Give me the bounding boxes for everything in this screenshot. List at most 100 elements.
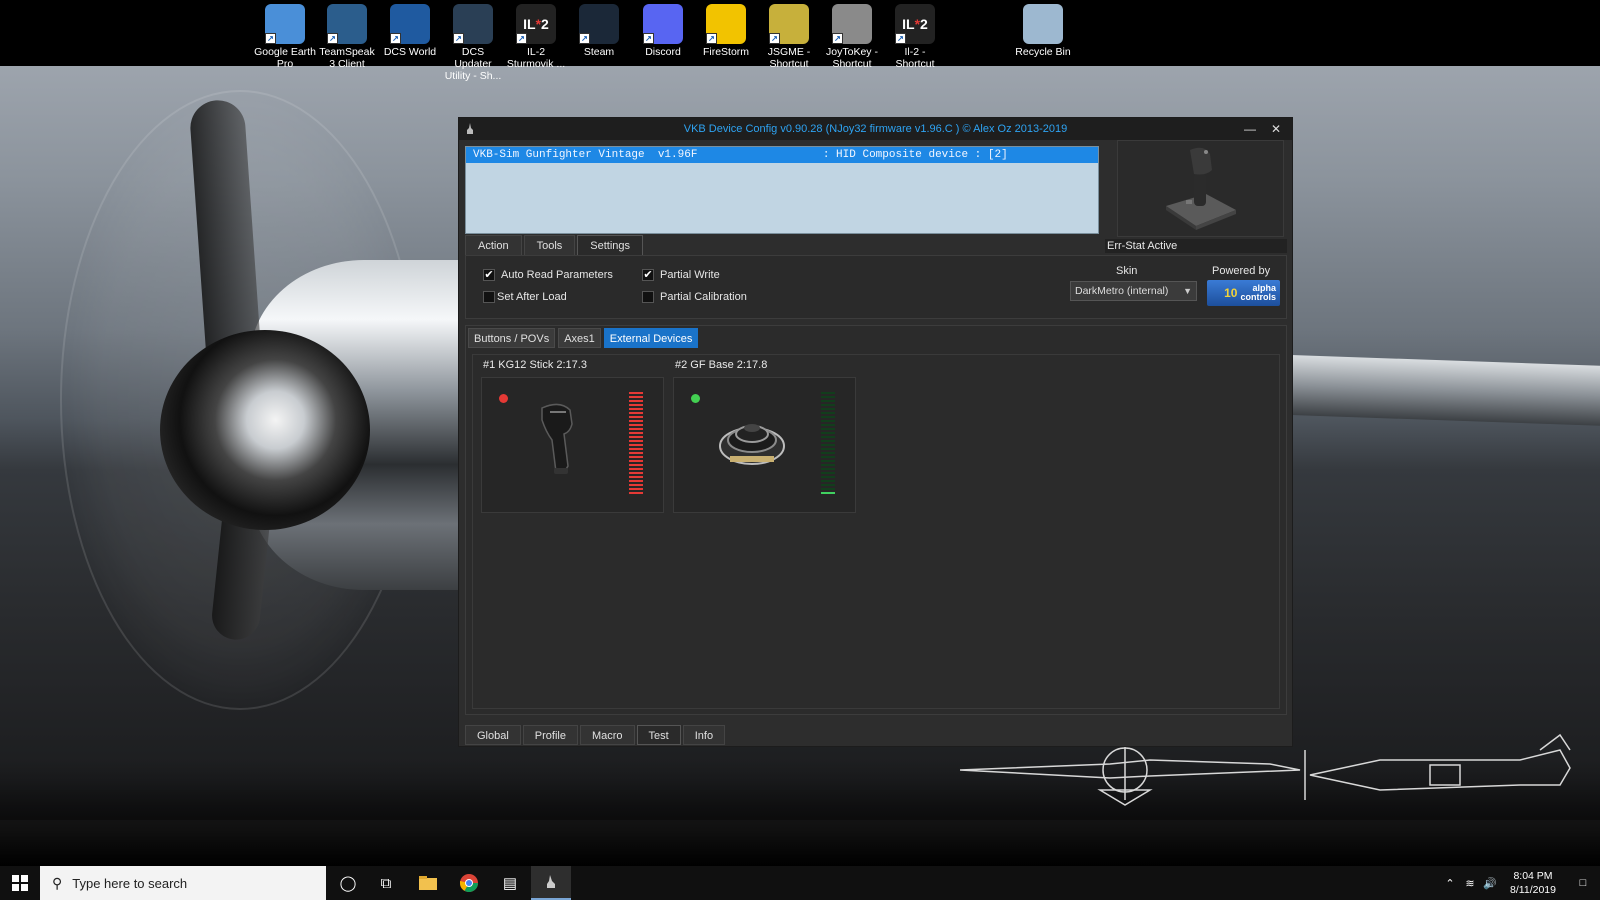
desktop-icon[interactable]: ↗ FireStorm bbox=[695, 4, 757, 58]
skin-label: Skin bbox=[1116, 265, 1138, 277]
meter-segment bbox=[821, 464, 835, 466]
close-button[interactable]: ✕ bbox=[1264, 118, 1288, 140]
checkbox-label: Set After Load bbox=[497, 291, 567, 303]
desktop-icon-label: DCS Updater Utility - Sh... bbox=[444, 46, 502, 82]
set-after-load-checkbox[interactable]: Set After Load bbox=[483, 291, 567, 303]
meter-segment bbox=[821, 396, 835, 398]
clock-date: 8/11/2019 bbox=[1510, 884, 1556, 896]
teamspeak-icon: ↗ bbox=[327, 4, 367, 44]
stick-grip-icon bbox=[541, 403, 573, 474]
desktop-icon[interactable]: ↗ JSGME - Shortcut bbox=[758, 4, 820, 70]
file-explorer-icon[interactable] bbox=[408, 866, 448, 900]
status-led bbox=[499, 394, 508, 403]
meter-segment bbox=[821, 408, 835, 410]
bottom-tab-info[interactable]: Info bbox=[682, 725, 726, 745]
notifications-icon[interactable]: □ bbox=[1566, 877, 1600, 889]
bottom-tab-global[interactable]: Global bbox=[465, 725, 521, 745]
bottom-tab-test[interactable]: Test bbox=[636, 725, 681, 745]
signal-meter bbox=[821, 392, 835, 494]
meter-segment bbox=[821, 392, 835, 394]
desktop-icon[interactable]: Recycle Bin bbox=[1012, 4, 1074, 58]
shortcut-arrow-icon: ↗ bbox=[453, 33, 464, 44]
checkbox-box[interactable]: ✔ bbox=[483, 269, 495, 281]
external-device-label: #1 KG12 Stick 2:17.3 bbox=[483, 359, 587, 371]
meter-segment bbox=[821, 488, 835, 490]
clock[interactable]: 8:04 PM 8/11/2019 bbox=[1500, 869, 1566, 897]
meter-segment bbox=[629, 416, 643, 418]
joystick-preview-icon bbox=[1165, 147, 1236, 230]
partial-write-checkbox[interactable]: ✔ Partial Write bbox=[642, 269, 720, 281]
firestorm-icon: ↗ bbox=[706, 4, 746, 44]
recycle-bin-icon bbox=[1023, 4, 1063, 44]
taskbar-search-box[interactable]: ⚲ Type here to search bbox=[40, 866, 326, 900]
desktop-icon-label: IL-2 Sturmovik ... bbox=[506, 46, 566, 70]
start-button[interactable] bbox=[0, 866, 40, 900]
chevron-up-icon[interactable]: ⌃ bbox=[1440, 877, 1460, 890]
il2-shortcut-icon: IL * 2 ↗ bbox=[895, 4, 935, 44]
chrome-icon[interactable] bbox=[449, 866, 489, 900]
desktop-icon[interactable]: ↗ DCS Updater Utility - Sh... bbox=[442, 4, 504, 82]
desktop-icon[interactable]: ↗ JoyToKey - Shortcut bbox=[821, 4, 883, 70]
meter-segment bbox=[629, 392, 643, 394]
shortcut-arrow-icon: ↗ bbox=[895, 33, 906, 44]
checkbox-box[interactable] bbox=[642, 291, 654, 303]
desktop-icon[interactable]: ↗ Steam bbox=[568, 4, 630, 58]
subtab-external-devices[interactable]: External Devices bbox=[603, 328, 699, 348]
skin-dropdown[interactable]: DarkMetro (internal) ▼ bbox=[1070, 281, 1197, 301]
external-device-card[interactable] bbox=[673, 377, 856, 513]
device-list[interactable]: VKB-Sim Gunfighter Vintage v1.96F : HID … bbox=[465, 146, 1099, 234]
bottom-tab-profile[interactable]: Profile bbox=[522, 725, 578, 745]
meter-segment bbox=[821, 428, 835, 430]
subtab-axes1[interactable]: Axes1 bbox=[558, 328, 601, 348]
network-icon[interactable]: ≋ bbox=[1460, 877, 1480, 890]
vr-headset-icon[interactable]: ▤ bbox=[490, 866, 530, 900]
volume-icon[interactable]: 🔊 bbox=[1480, 877, 1500, 890]
device-list-row-selected[interactable]: VKB-Sim Gunfighter Vintage v1.96F : HID … bbox=[466, 147, 1098, 163]
meter-segment bbox=[629, 424, 643, 426]
subtab-buttons-povs[interactable]: Buttons / POVs bbox=[468, 328, 556, 348]
status-led bbox=[691, 394, 700, 403]
shortcut-arrow-icon: ↗ bbox=[265, 33, 276, 44]
desktop-icon[interactable]: ↗ TeamSpeak 3 Client bbox=[316, 4, 378, 70]
partial-calibration-checkbox[interactable]: Partial Calibration bbox=[642, 291, 747, 303]
jsgme-icon: ↗ bbox=[769, 4, 809, 44]
task-view-icon[interactable]: ⧉ bbox=[366, 866, 406, 900]
checkbox-box[interactable]: ✔ bbox=[642, 269, 654, 281]
desktop-icon[interactable]: IL * 2 ↗ IL-2 Sturmovik ... bbox=[505, 4, 567, 70]
desktop-icon[interactable]: IL * 2 ↗ Il-2 - Shortcut bbox=[884, 4, 946, 70]
meter-segment bbox=[629, 452, 643, 454]
dcs-updater-icon: ↗ bbox=[453, 4, 493, 44]
system-tray: ⌃ ≋ 🔊 8:04 PM 8/11/2019 □ bbox=[1440, 866, 1600, 900]
meter-segment bbox=[629, 448, 643, 450]
desktop-icon-label: DCS World bbox=[383, 46, 437, 58]
bottom-tab-macro[interactable]: Macro bbox=[579, 725, 635, 745]
meter-segment bbox=[629, 432, 643, 434]
meter-segment bbox=[821, 424, 835, 426]
shortcut-arrow-icon: ↗ bbox=[390, 33, 401, 44]
shortcut-arrow-icon: ↗ bbox=[579, 33, 590, 44]
cortana-icon[interactable]: ◯ bbox=[328, 866, 368, 900]
title-bar[interactable]: VKB Device Config v0.90.28 (NJoy32 firmw… bbox=[459, 118, 1292, 140]
meter-segment bbox=[821, 436, 835, 438]
meter-segment bbox=[629, 488, 643, 490]
meter-segment bbox=[629, 408, 643, 410]
meter-segment bbox=[629, 412, 643, 414]
taskbar: ⚲ Type here to search ◯ ⧉ ▤ ⌃ ≋ 🔊 8:04 P… bbox=[0, 866, 1600, 900]
meter-segment bbox=[629, 440, 643, 442]
tab-settings[interactable]: Settings bbox=[577, 235, 644, 255]
desktop-icon[interactable]: ↗ Google Earth Pro bbox=[254, 4, 316, 70]
io-panel: Buttons / POVs Axes1 External Devices #1 K… bbox=[465, 325, 1287, 715]
meter-segment bbox=[629, 476, 643, 478]
powered-by-label: Powered by bbox=[1212, 265, 1271, 277]
dcs-world-icon: ↗ bbox=[390, 4, 430, 44]
desktop-icon[interactable]: ↗ DCS World bbox=[379, 4, 441, 58]
tab-tools[interactable]: Tools bbox=[523, 235, 576, 255]
desktop-icon[interactable]: ↗ Discord bbox=[632, 4, 694, 58]
checkbox-box[interactable] bbox=[483, 291, 495, 303]
tab-action[interactable]: Action bbox=[465, 235, 522, 255]
vkb-taskbar-icon[interactable] bbox=[531, 866, 571, 900]
minimize-button[interactable]: — bbox=[1238, 118, 1262, 140]
external-device-card[interactable] bbox=[481, 377, 664, 513]
desktop-icon-label: TeamSpeak 3 Client bbox=[319, 46, 375, 70]
auto-read-parameters-checkbox[interactable]: ✔ Auto Read Parameters bbox=[483, 269, 613, 281]
